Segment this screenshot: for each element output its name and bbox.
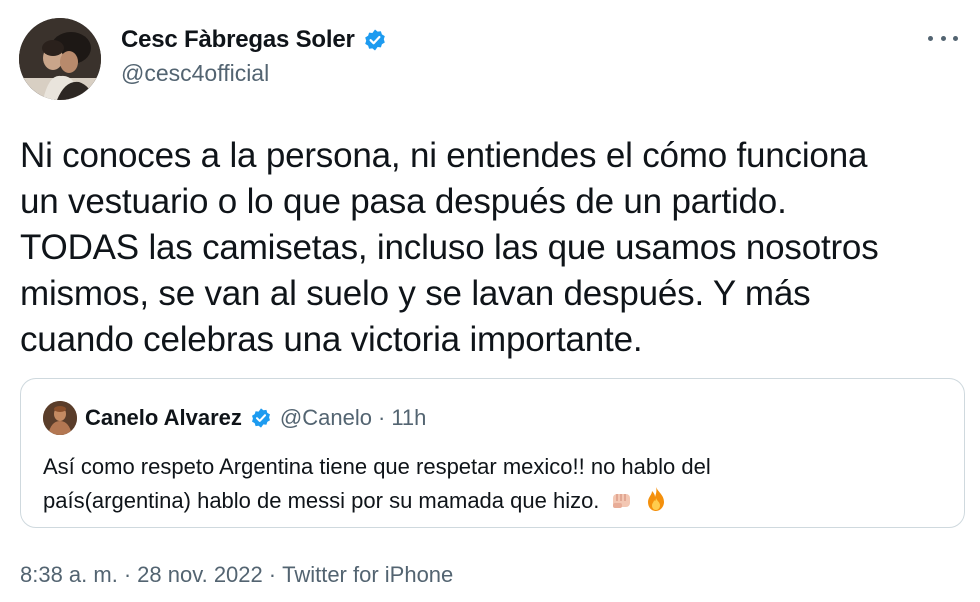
tweet-time[interactable]: 8:38 a. m. — [20, 562, 118, 588]
meta-separator: · — [268, 562, 277, 587]
tweet-text-line: cuando celebras una victoria importante. — [20, 320, 643, 359]
tweet-text-line: mismos, se van al suelo y se lavan despu… — [20, 274, 811, 313]
author-display-name[interactable]: Cesc Fàbregas Soler — [121, 26, 355, 54]
tweet-footer: 8:38 a. m. · 28 nov. 2022 · Twitter for … — [20, 562, 453, 588]
author-handle[interactable]: @cesc4official — [121, 60, 269, 87]
fire-emoji — [644, 486, 668, 522]
author-avatar[interactable] — [19, 18, 101, 100]
quoted-tweet-text: Así como respeto Argentina tiene que res… — [43, 450, 943, 522]
tweet-date[interactable]: 28 nov. 2022 — [137, 562, 263, 588]
verified-badge-icon — [363, 28, 387, 52]
tweet-text-line: TODAS las camisetas, incluso las que usa… — [20, 228, 879, 267]
meta-separator: · — [377, 405, 386, 430]
verified-badge-icon — [250, 407, 272, 429]
tweet-text-line: un vestuario o lo que pasa después de un… — [20, 182, 787, 221]
quoted-author-avatar — [43, 401, 77, 435]
quoted-author-name: Canelo Alvarez — [85, 405, 242, 430]
tweet-card: Cesc Fàbregas Soler @cesc4official Ni co… — [0, 0, 980, 602]
tweet-source[interactable]: Twitter for iPhone — [282, 562, 453, 588]
fist-emoji — [610, 488, 634, 522]
quoted-tweet-time: 11h — [391, 405, 427, 430]
quoted-tweet[interactable]: Canelo Alvarez @Canelo · 11h Así como re… — [20, 378, 965, 528]
more-options-icon[interactable] — [928, 26, 958, 50]
tweet-text-line: Ni conoces a la persona, ni entiendes el… — [20, 136, 868, 175]
quoted-text-line: Así como respeto Argentina tiene que res… — [43, 454, 711, 479]
tweet-text: Ni conoces a la persona, ni entiendes el… — [20, 133, 965, 363]
quoted-text-line: país(argentina) hablo de messi por su ma… — [43, 488, 600, 513]
quoted-author-handle: @Canelo — [279, 405, 372, 430]
meta-separator: · — [123, 562, 132, 587]
